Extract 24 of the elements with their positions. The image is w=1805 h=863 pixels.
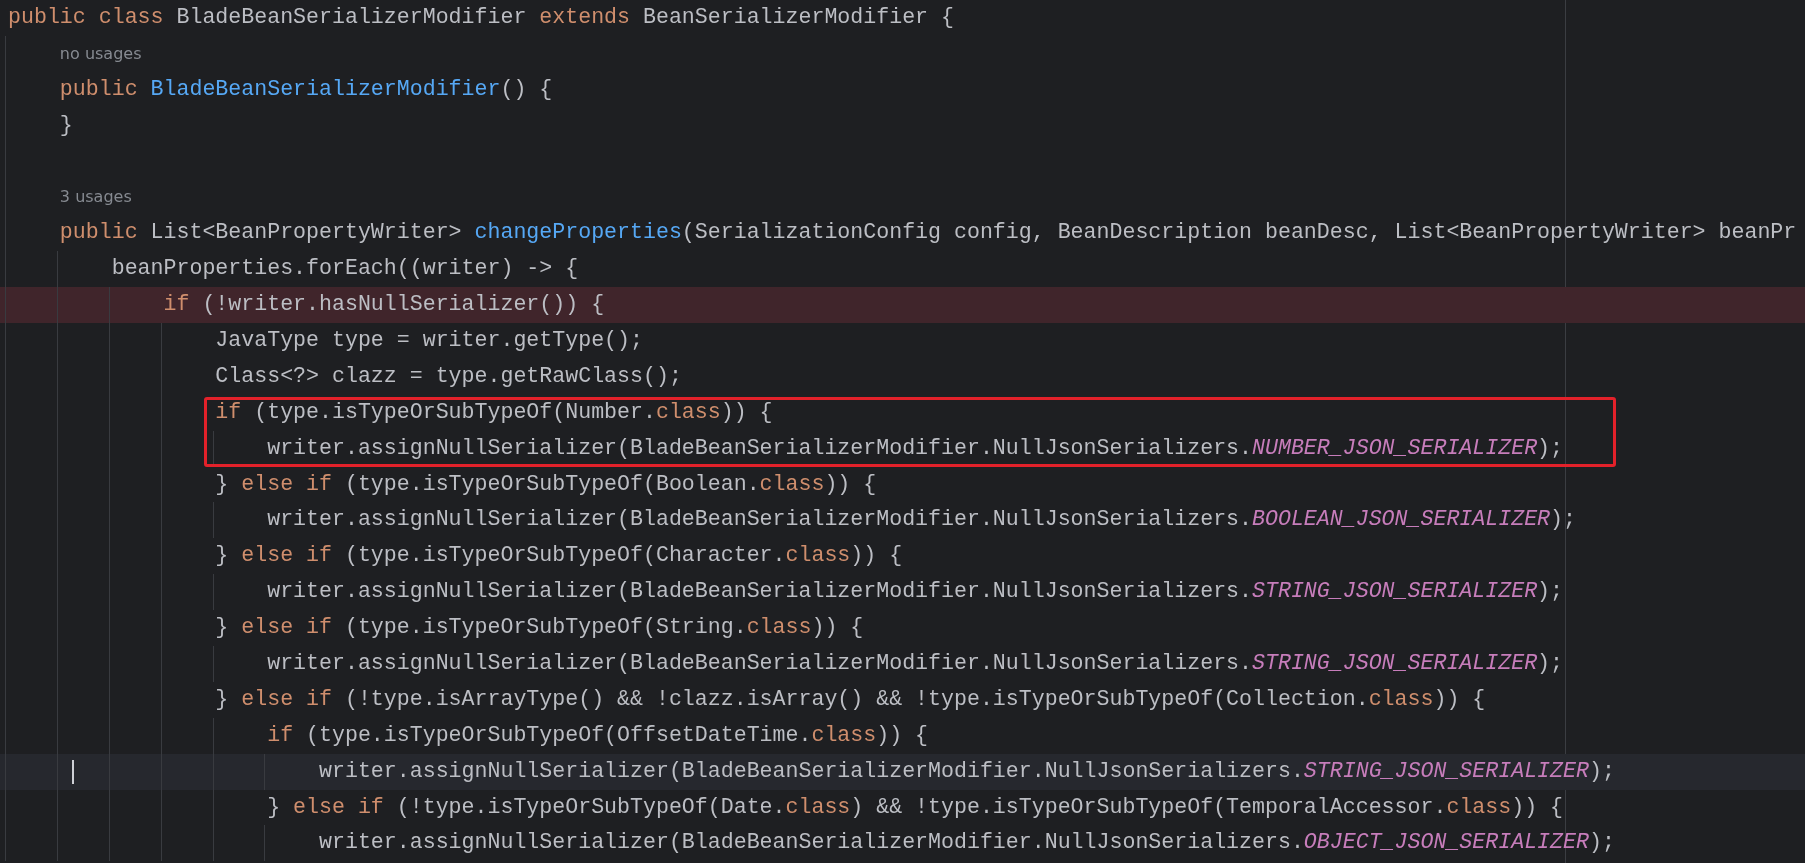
code-line: } (58, 111, 73, 139)
usages-hint[interactable]: 3 usages (39, 179, 132, 216)
code-line: public List<BeanPropertyWriter> changeProperties(SerializationConfig config, BeanDescription beanDesc, List<BeanPropertyWriter> beanPr (58, 219, 1797, 247)
code-line: } else if (!type.isArrayType() && !clazz.isArray() && !type.isTypeOrSubTypeOf(Collection.class)) { (214, 685, 1486, 713)
code-line: writer.assignNullSerializer(BladeBeanSerializerModifier.NullJsonSerializers.STRING_JSON_SERIALIZER); (318, 757, 1615, 785)
code-line: } else if (type.isTypeOrSubTypeOf(Character.class)) { (214, 542, 903, 570)
code-line: beanProperties.forEach((writer) -> { (110, 255, 579, 283)
code-line: if (type.isTypeOrSubTypeOf(OffsetDateTime.class)) { (266, 721, 929, 749)
code-line: if (!writer.hasNullSerializer()) { (162, 291, 605, 319)
code-line: } else if (type.isTypeOrSubTypeOf(Boolean.class)) { (214, 470, 877, 498)
code-line: JavaType type = writer.getType(); (214, 327, 643, 354)
code-line: if (type.isTypeOrSubTypeOf(Number.class)) { (214, 398, 773, 426)
code-line: writer.assignNullSerializer(BladeBeanSerializerModifier.NullJsonSerializers.NUMBER_JSON_SERIALIZER); (266, 434, 1564, 462)
code-line: public BladeBeanSerializerModifier() { (58, 75, 553, 103)
code-line: writer.assignNullSerializer(BladeBeanSerializerModifier.NullJsonSerializers.OBJECT_JSON_SERIALIZER); (318, 829, 1615, 857)
code-line: Class<?> clazz = type.getRawClass(); (214, 362, 682, 390)
code-line: } else if (type.isTypeOrSubTypeOf(String.class)) { (214, 614, 864, 642)
code-line: writer.assignNullSerializer(BladeBeanSerializerModifier.NullJsonSerializers.STRING_JSON_SERIALIZER); (266, 578, 1564, 606)
usages-hint[interactable]: no usages (39, 35, 142, 72)
code-line: writer.assignNullSerializer(BladeBeanSerializerModifier.NullJsonSerializers.BOOLEAN_JSON_SERIALIZER); (266, 506, 1576, 534)
code-editor[interactable] (0, 0, 1805, 863)
code-line: public class BladeBeanSerializerModifier extends BeanSerializerModifier { (8, 4, 954, 31)
code-line: writer.assignNullSerializer(BladeBeanSerializerModifier.NullJsonSerializers.STRING_JSON_SERIALIZER); (266, 650, 1564, 678)
code-line: } else if (!type.isTypeOrSubTypeOf(Date.class) && !type.isTypeOrSubTypeOf(TemporalAccessor.class)) { (266, 793, 1564, 821)
